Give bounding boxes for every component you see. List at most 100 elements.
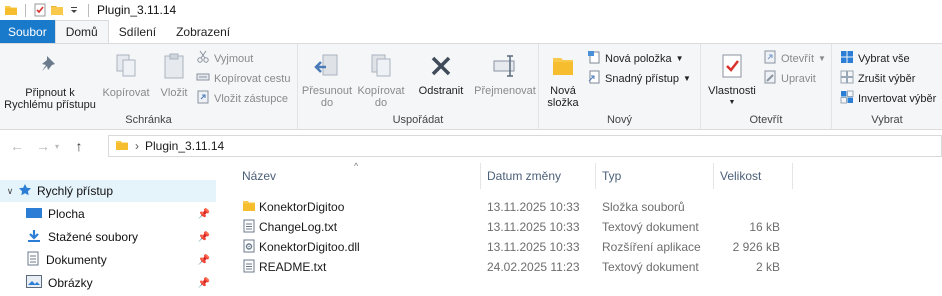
properties-icon[interactable] (33, 3, 47, 17)
download-icon (26, 229, 42, 246)
chevron-down-icon: ▼ (675, 54, 684, 63)
column-header-name[interactable]: Název (242, 169, 276, 183)
nav-quick-access[interactable]: ∨ Rychlý přístup (0, 180, 216, 202)
tab-share[interactable]: Sdílení (109, 20, 166, 43)
properties-label: Vlastnosti (708, 85, 756, 97)
pin-icon (37, 52, 63, 81)
rename-icon (491, 52, 519, 83)
rename-button[interactable]: Přejmenovat (472, 52, 538, 97)
open-group: Vlastnosti ▼ Otevřít ▼ Upravit Otevřít (701, 44, 832, 130)
delete-icon (427, 52, 455, 83)
table-row[interactable]: KonektorDigitoo.dll 13.11.2025 10:33 Roz… (222, 237, 942, 257)
new-folder-button[interactable]: Nová složka (543, 52, 583, 109)
move-to-button[interactable]: Přesunout do (300, 52, 354, 109)
file-type: Textový dokument (602, 260, 699, 274)
new-item-icon (587, 50, 601, 67)
open-group-label: Otevřít (749, 114, 783, 126)
select-group-label: Vybrat (871, 114, 903, 126)
tab-view[interactable]: Zobrazení (166, 20, 240, 43)
nav-item-desktop[interactable]: Plocha 📌 (0, 203, 216, 225)
easy-access-icon (587, 70, 601, 87)
organize-group-label: Uspořádat (392, 114, 444, 126)
file-date: 13.11.2025 10:33 (487, 200, 580, 214)
forward-icon[interactable]: → (34, 138, 52, 154)
text-file-icon (242, 219, 256, 236)
nav-item-label: Dokumenty (46, 253, 107, 267)
copy-button[interactable]: Kopírovat (98, 52, 154, 99)
nav-item-label: Plocha (48, 207, 85, 221)
table-row[interactable]: README.txt 24.02.2025 11:23 Textový doku… (222, 257, 942, 277)
file-type: Textový dokument (602, 220, 699, 234)
cut-button[interactable]: Vyjmout (196, 50, 253, 67)
paste-shortcut-button[interactable]: Vložit zástupce (196, 90, 288, 107)
window-title: Plugin_3.11.14 (97, 3, 177, 17)
copy-icon (113, 52, 139, 83)
address-bar[interactable]: › Plugin_3.11.14 (108, 135, 942, 157)
edit-button[interactable]: Upravit (763, 70, 816, 87)
nav-quick-access-label: Rychlý přístup (37, 184, 114, 198)
nav-item-documents[interactable]: Dokumenty 📌 (0, 249, 216, 271)
file-name: ChangeLog.txt (259, 220, 338, 234)
tab-file[interactable]: Soubor (0, 20, 55, 43)
title-bar: Plugin_3.11.14 (0, 0, 942, 20)
copy-path-icon (196, 70, 210, 87)
file-date: 24.02.2025 11:23 (487, 260, 580, 274)
recent-locations-icon[interactable]: ▾ (52, 142, 62, 151)
chevron-down-icon: ▼ (728, 99, 736, 106)
chevron-down-icon[interactable]: ∨ (2, 186, 18, 197)
select-all-label: Vybrat vše (858, 52, 910, 65)
shortcut-icon (196, 90, 210, 107)
pin-to-quick-access-button[interactable]: Připnout k Rychlému přístupu (4, 52, 96, 111)
folder-icon (242, 199, 256, 216)
breadcrumb-item[interactable]: Plugin_3.11.14 (145, 139, 224, 153)
invert-selection-icon (840, 90, 854, 107)
new-folder-label-line1: Nová (550, 85, 576, 97)
copy-to-label-line2: do (374, 97, 388, 109)
nav-item-downloads[interactable]: Stažené soubory 📌 (0, 226, 216, 248)
sort-ascending-icon: ^ (354, 161, 359, 171)
back-icon[interactable]: ← (8, 138, 26, 154)
new-folder-icon[interactable] (50, 3, 64, 17)
copy-path-button[interactable]: Kopírovat cestu (196, 70, 290, 87)
up-icon[interactable]: ↑ (70, 138, 88, 154)
cut-label: Vyjmout (214, 52, 254, 65)
table-row[interactable]: ChangeLog.txt 13.11.2025 10:33 Textový d… (222, 217, 942, 237)
new-group-label: Nový (606, 114, 633, 126)
tab-home[interactable]: Domů (54, 20, 109, 43)
new-item-button[interactable]: Nová položka ▼ (587, 50, 684, 67)
nav-item-label: Stažené soubory (48, 230, 139, 244)
select-none-button[interactable]: Zrušit výběr (840, 70, 915, 87)
edit-label: Upravit (781, 72, 816, 85)
pin-icon[interactable]: 📌 (198, 255, 210, 266)
divider (25, 3, 26, 17)
folder-icon (115, 138, 129, 155)
chevron-down-icon: ▼ (683, 74, 691, 83)
pin-icon[interactable]: 📌 (198, 232, 210, 243)
copy-to-button[interactable]: Kopírovat do (354, 52, 408, 109)
scissors-icon (196, 50, 210, 67)
file-size: 2 926 kB (732, 240, 780, 254)
select-none-icon (840, 70, 854, 87)
file-date: 13.11.2025 10:33 (487, 240, 580, 254)
paste-button[interactable]: Vložit (154, 52, 194, 99)
column-header-date[interactable]: Datum změny (487, 169, 561, 183)
delete-button[interactable]: Odstranit (410, 52, 472, 97)
pin-icon[interactable]: 📌 (198, 209, 210, 220)
new-group: Nová složka Nová položka ▼ Snadný přístu… (539, 44, 701, 130)
pin-icon[interactable]: 📌 (198, 278, 210, 289)
open-button[interactable]: Otevřít ▼ (763, 50, 826, 67)
file-type: Rozšíření aplikace (602, 240, 701, 254)
file-date: 13.11.2025 10:33 (487, 220, 580, 234)
column-header-size[interactable]: Velikost (720, 169, 761, 183)
dll-file-icon (242, 239, 256, 256)
nav-item-pictures[interactable]: Obrázky 📌 (0, 272, 216, 294)
select-all-button[interactable]: Vybrat vše (840, 50, 910, 67)
easy-access-button[interactable]: Snadný přístup ▼ (587, 70, 691, 87)
properties-button[interactable]: Vlastnosti ▼ (705, 52, 759, 109)
column-header-type[interactable]: Typ (602, 169, 621, 183)
customize-toolbar-icon[interactable] (67, 3, 81, 17)
copy-label: Kopírovat (102, 87, 150, 99)
invert-selection-button[interactable]: Invertovat výběr (840, 90, 936, 107)
table-row[interactable]: KonektorDigitoo 13.11.2025 10:33 Složka … (222, 197, 942, 217)
move-to-icon (313, 52, 341, 83)
